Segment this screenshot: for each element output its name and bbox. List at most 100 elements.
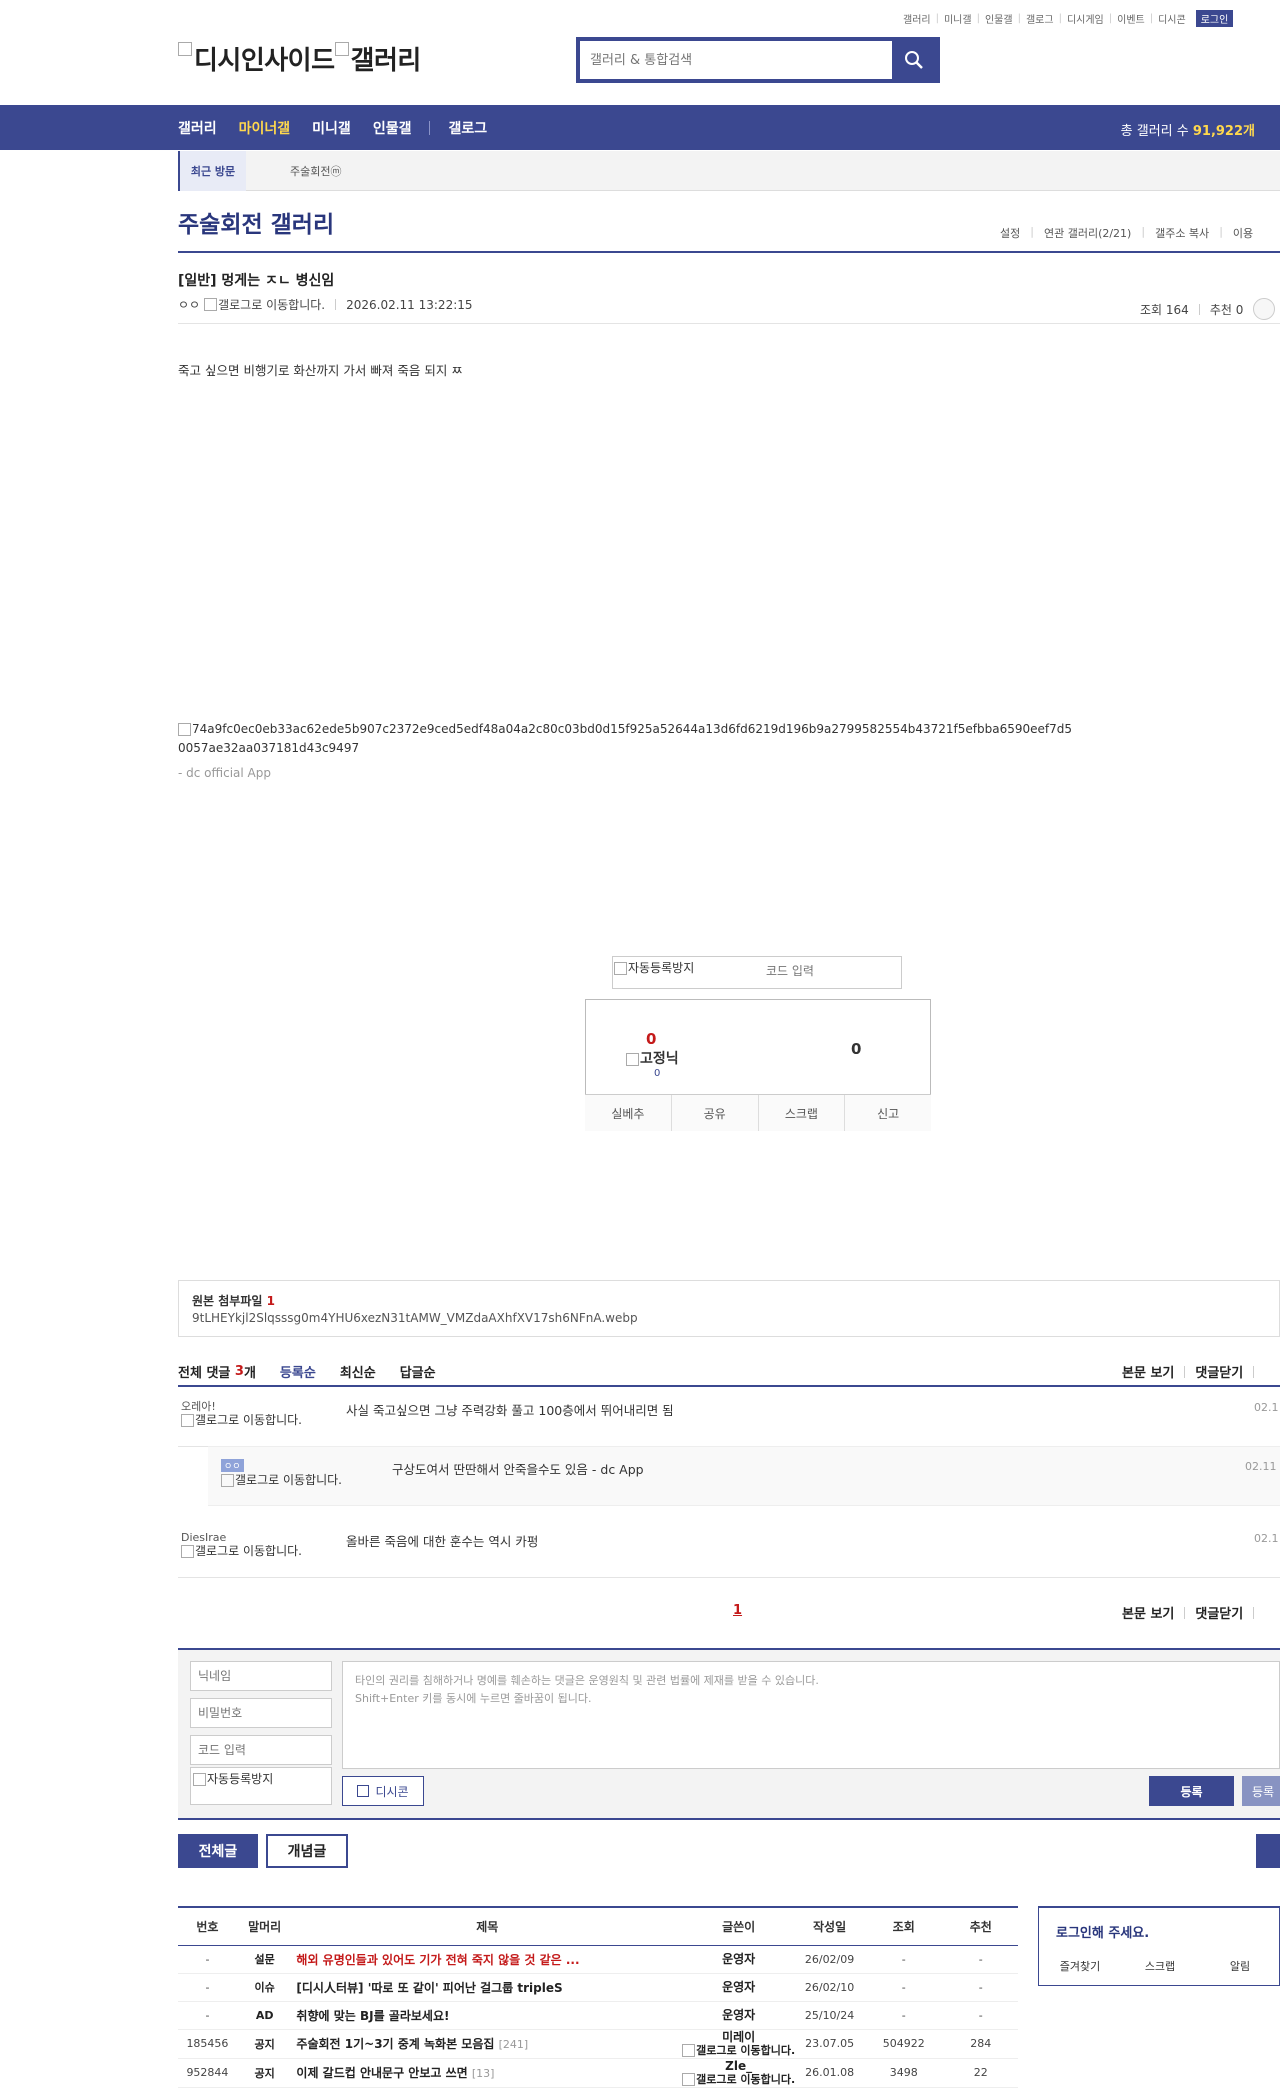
row-title-cell[interactable]: [디시人터뷰] '따로 또 같이' 피어난 걸그룹 tripleS xyxy=(292,1973,683,2002)
search-input[interactable] xyxy=(580,41,892,79)
post-author[interactable]: ㅇㅇ xyxy=(178,296,200,313)
notifications-link[interactable]: 알림 xyxy=(1200,1958,1280,1974)
top-link-gallog[interactable]: 갤로그 xyxy=(1026,11,1054,26)
row-writer-gallog[interactable]: 갤로그로 이동합니다. xyxy=(682,2073,795,2087)
row-title-cell[interactable]: 취향에 맞는 BJ를 골라보세요! xyxy=(292,2001,683,2030)
site-logo[interactable]: 디시인사이드 갤러리 xyxy=(178,40,421,77)
row-number: - xyxy=(178,1945,237,1974)
post-list-row[interactable]: - AD 취향에 맞는 BJ를 골라보세요! 운영자 25/10/24- - xyxy=(178,2001,1018,2030)
row-title[interactable]: 취향에 맞는 BJ를 골라보세요! xyxy=(296,2009,449,2023)
gallery-settings-link[interactable]: 설정 xyxy=(1000,225,1020,241)
gallery-title[interactable]: 주술회전 갤러리 xyxy=(178,205,334,239)
row-writer-cell[interactable]: 미레이 갤로그로 이동합니다. xyxy=(682,2029,796,2059)
top-link-minigall[interactable]: 미니갤 xyxy=(944,11,972,26)
copy-gallery-url-link[interactable]: 갤주소 복사 xyxy=(1155,225,1209,241)
sort-registered[interactable]: 등록순 xyxy=(280,1362,316,1381)
favorites-link[interactable]: 즐겨찾기 xyxy=(1040,1958,1120,1974)
nav-person-gallery[interactable]: 인물갤 xyxy=(373,118,412,138)
close-comments-link[interactable]: 댓글닫기 xyxy=(1195,1362,1243,1381)
row-views: 3498 xyxy=(863,2058,944,2088)
view-body-link[interactable]: 본문 보기 xyxy=(1122,1362,1174,1381)
post-list-row[interactable]: - 설문 해외 유명인들과 있어도 기가 전혀 죽지 않을 것 같은 ... 운영자… xyxy=(178,1945,1018,1974)
row-writer-cell[interactable]: 운영자 xyxy=(682,2001,796,2030)
usage-link[interactable]: 이용 xyxy=(1233,225,1253,241)
row-subject: 설문 xyxy=(236,1945,293,1974)
comment-gallog-link[interactable]: 갤로그로 이동합니다. xyxy=(181,1544,311,1558)
nav-mini-gallery[interactable]: 미니갤 xyxy=(312,118,351,138)
submit-comment-button[interactable]: 등록 xyxy=(1149,1776,1234,1806)
comment-links-top: 본문 보기 댓글닫기 xyxy=(1122,1362,1264,1381)
row-writer[interactable]: 미레이 xyxy=(682,2030,795,2044)
attachment-count: 1 xyxy=(266,1294,275,1308)
top-link-event[interactable]: 이벤트 xyxy=(1117,11,1145,26)
search-icon xyxy=(905,51,923,69)
row-title[interactable]: [디시人터뷰] '따로 또 같이' 피어난 걸그룹 tripleS xyxy=(296,1981,562,1995)
nav-gallog[interactable]: 갤로그 xyxy=(448,118,487,138)
comment-nick[interactable]: 오레아! xyxy=(181,1398,216,1414)
post-list-row[interactable]: 952844 공지 이제 갈드컵 안내문구 안보고 쓰면 [13] Zle_ 갤로그로 … xyxy=(178,2058,1018,2088)
top-link-gallery[interactable]: 갤러리 xyxy=(903,11,931,26)
password-input[interactable] xyxy=(190,1698,332,1728)
more-options-button[interactable] xyxy=(1253,298,1276,320)
fixed-nick-recommend[interactable]: 고정닉 xyxy=(626,1048,679,1068)
sort-replies[interactable]: 답글순 xyxy=(400,1362,436,1381)
real-best-button[interactable]: 실베추 xyxy=(585,1095,672,1131)
dccon-button[interactable]: 디시콘 xyxy=(342,1776,424,1806)
recent-visits-label[interactable]: 최근 방문 xyxy=(178,151,246,191)
top-link-dccon[interactable]: 디시콘 xyxy=(1158,11,1186,26)
search-button[interactable] xyxy=(892,41,936,79)
nickname-input[interactable] xyxy=(190,1661,332,1691)
post-list-row[interactable]: 185456 공지 주술회전 1기~3기 중계 녹화본 모음집 [241] 미레이 갤로… xyxy=(178,2029,1018,2059)
related-galleries-link[interactable]: 연관 갤러리(2/21) xyxy=(1044,225,1131,241)
row-writer-gallog[interactable]: 갤로그로 이동합니다. xyxy=(682,2044,795,2058)
row-title-cell[interactable]: 이제 갈드컵 안내문구 안보고 쓰면 [13] xyxy=(292,2058,683,2088)
row-writer-cell[interactable]: 운영자 xyxy=(682,1945,796,1974)
gallog-icon[interactable] xyxy=(204,298,218,311)
attachment-file-link[interactable]: 9tLHEYkjl2Slqsssg0m4YHU6xezN31tAMW_VMZda… xyxy=(192,1311,638,1325)
row-views: - xyxy=(863,1973,944,2002)
row-writer[interactable]: Zle_ xyxy=(682,2059,795,2073)
nav-gallery[interactable]: 갤러리 xyxy=(178,118,217,138)
form-captcha-input[interactable] xyxy=(190,1735,332,1765)
comment-date: 02.1 xyxy=(1254,1532,1279,1545)
row-writer-cell[interactable]: 운영자 xyxy=(682,1973,796,2002)
reply-gallog-link[interactable]: 갤로그로 이동합니다. xyxy=(221,1473,351,1487)
view-body-link[interactable]: 본문 보기 xyxy=(1122,1603,1174,1622)
sort-latest[interactable]: 최신순 xyxy=(340,1362,376,1381)
captcha-code-input[interactable] xyxy=(740,964,840,978)
all-posts-button[interactable]: 전체글 xyxy=(178,1834,258,1868)
share-button[interactable]: 공유 xyxy=(671,1095,759,1131)
top-link-dcgame[interactable]: 디시게임 xyxy=(1067,11,1104,26)
row-title-cell[interactable]: 주술회전 1기~3기 중계 녹화본 모음집 [241] xyxy=(292,2029,683,2059)
recent-visit-item[interactable]: 주술회전ⓜ xyxy=(290,163,341,179)
concept-posts-button[interactable]: 개념글 xyxy=(266,1834,348,1868)
reply-nick[interactable]: ㅇㅇ xyxy=(221,1459,244,1472)
row-writer[interactable]: 운영자 xyxy=(682,1980,795,1994)
row-title[interactable]: 이제 갈드컵 안내문구 안보고 쓰면 xyxy=(296,2066,467,2080)
comment-page-1[interactable]: 1 xyxy=(733,1603,742,1618)
login-button[interactable]: 로그인 xyxy=(1195,10,1234,27)
row-reply-count[interactable]: [13] xyxy=(472,2067,495,2080)
close-comments-link[interactable]: 댓글닫기 xyxy=(1195,1603,1243,1622)
row-writer[interactable]: 운영자 xyxy=(682,2008,795,2022)
comment-nick[interactable]: DiesIrae xyxy=(181,1531,226,1544)
comment-textarea[interactable]: 타인의 권리를 침해하거나 명예를 훼손하는 댓글은 운영원칙 및 관련 법률에… xyxy=(342,1661,1280,1769)
login-prompt[interactable]: 로그인해 주세요. xyxy=(1056,1922,1149,1941)
row-title[interactable]: 해외 유명인들과 있어도 기가 전혀 죽지 않을 것 같은 ... xyxy=(296,1953,579,1967)
row-writer-cell[interactable]: Zle_ 갤로그로 이동합니다. xyxy=(682,2058,796,2088)
fixed-nick-alt: 고정닉 xyxy=(640,1051,679,1067)
report-button[interactable]: 신고 xyxy=(845,1095,931,1131)
submit-comment-alt-button[interactable]: 등록 xyxy=(1242,1776,1280,1806)
scrap-button[interactable]: 스크랩 xyxy=(758,1095,846,1131)
top-link-person-gall[interactable]: 인물갤 xyxy=(985,11,1013,26)
comment-gallog-link[interactable]: 갤로그로 이동합니다. xyxy=(181,1413,311,1427)
row-title-cell[interactable]: 해외 유명인들과 있어도 기가 전혀 죽지 않을 것 같은 ... xyxy=(292,1945,683,1974)
nav-minor-gallery[interactable]: 마이너갤 xyxy=(239,118,291,138)
comment-gallog-alt: 갤로그로 이동합니다. xyxy=(195,1413,302,1427)
scrap-link[interactable]: 스크랩 xyxy=(1120,1958,1200,1974)
row-writer[interactable]: 운영자 xyxy=(682,1952,795,1966)
post-list-row[interactable]: - 이슈 [디시人터뷰] '따로 또 같이' 피어난 걸그룹 tripleS 운영자… xyxy=(178,1973,1018,2002)
row-reply-count[interactable]: [241] xyxy=(499,2038,529,2051)
row-title[interactable]: 주술회전 1기~3기 중계 녹화본 모음집 xyxy=(296,2037,494,2051)
write-button[interactable] xyxy=(1256,1834,1280,1868)
